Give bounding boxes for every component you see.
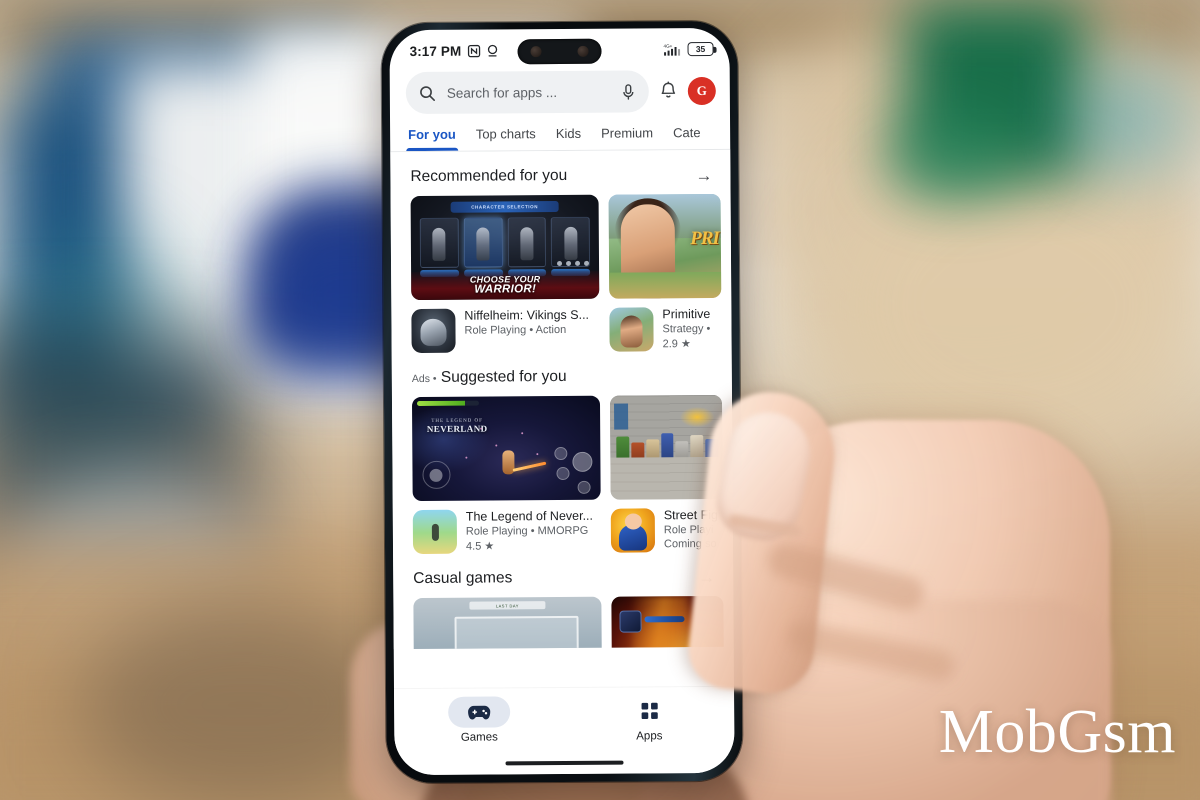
app-banner-image[interactable]: THE LEGEND OF NEVERLAND bbox=[411, 395, 601, 502]
signal-bars-icon: 4G+ bbox=[663, 42, 682, 56]
search-placeholder: Search for apps ... bbox=[446, 84, 558, 101]
section-title-text: Suggested for you bbox=[440, 367, 567, 386]
banner-title: NEVERLAND bbox=[426, 423, 488, 434]
section-title: Recommended for you bbox=[410, 166, 568, 186]
app-genre: Strategy • bbox=[662, 322, 711, 336]
app-banner-image[interactable]: LAST DAY bbox=[413, 596, 603, 650]
search-icon bbox=[419, 84, 436, 101]
banner-tagline: CHOOSE YOUR WARRIOR! bbox=[411, 274, 599, 297]
app-info-row[interactable]: Niffelheim: Vikings S... Role Playing • … bbox=[411, 307, 599, 354]
app-icon bbox=[411, 308, 456, 354]
ads-label: Ads • bbox=[411, 372, 437, 386]
front-camera-cutout bbox=[517, 38, 602, 65]
virtual-joystick bbox=[422, 460, 451, 489]
banner-title: PRI bbox=[690, 227, 719, 250]
action-button bbox=[577, 480, 591, 494]
banner-logo: THE LEGEND OF NEVERLAND bbox=[420, 418, 494, 434]
app-info-row[interactable]: Primitive Strategy • 2.9 ★ bbox=[609, 307, 721, 352]
watermark: MobGsm bbox=[938, 698, 1176, 766]
stat-icons bbox=[557, 260, 590, 267]
app-card-neverland[interactable]: THE LEGEND OF NEVERLAND The Legend of Ne… bbox=[411, 395, 601, 555]
bg-cyan-accent bbox=[1070, 60, 1190, 180]
app-card-primitive[interactable]: PRI Primitive Strategy • 2.9 ★ bbox=[608, 193, 722, 352]
bell-icon[interactable] bbox=[659, 81, 678, 101]
card-row-suggested: THE LEGEND OF NEVERLAND The Legend of Ne… bbox=[392, 394, 733, 555]
app-banner-image[interactable]: CHARACTER SELECTION CHOOSE YOUR WARRIOR! bbox=[410, 194, 600, 301]
tab-categories[interactable]: Cate bbox=[673, 125, 701, 149]
apps-grid-icon bbox=[618, 695, 680, 726]
section-header-recommended[interactable]: Recommended for you → bbox=[390, 150, 730, 196]
banner-tagline-line2: WARRIOR! bbox=[474, 283, 537, 296]
section-header-casual[interactable]: Casual games → bbox=[393, 552, 733, 598]
nav-label-games: Games bbox=[460, 731, 498, 744]
nfc-icon bbox=[467, 44, 480, 57]
app-genre: Role Playing • Action bbox=[464, 323, 567, 337]
app-card-niffelheim[interactable]: CHARACTER SELECTION CHOOSE YOUR WARRIOR!… bbox=[410, 194, 600, 354]
arrow-right-icon[interactable]: → bbox=[695, 165, 712, 184]
gesture-bar[interactable] bbox=[505, 760, 624, 766]
section-title: Ads • Suggested for you bbox=[412, 368, 567, 387]
avatar[interactable]: G bbox=[687, 76, 716, 106]
app-rating: 2.9 ★ bbox=[662, 338, 691, 351]
card-row-casual: LAST DAY bbox=[393, 595, 733, 650]
app-card-casual-1[interactable]: LAST DAY bbox=[413, 596, 603, 650]
tab-top-charts[interactable]: Top charts bbox=[476, 126, 536, 150]
section-title: Casual games bbox=[413, 569, 513, 588]
category-tabs: For you Top charts Kids Premium Cate bbox=[389, 111, 731, 153]
app-rating: 4.5 ★ bbox=[465, 540, 495, 553]
app-icon bbox=[610, 508, 656, 553]
action-button bbox=[572, 451, 593, 472]
photo-scene: 3:17 PM 4G+ 35 Search for apps ... G For… bbox=[0, 0, 1200, 800]
app-name: Niffelheim: Vikings S... bbox=[464, 307, 590, 323]
action-button bbox=[554, 446, 568, 461]
search-input[interactable]: Search for apps ... bbox=[405, 70, 649, 115]
banner-label: LAST DAY bbox=[469, 601, 546, 610]
phone-device: 3:17 PM 4G+ 35 Search for apps ... G For… bbox=[381, 20, 743, 784]
phone-screen: 3:17 PM 4G+ 35 Search for apps ... G For… bbox=[389, 27, 735, 776]
app-info-row[interactable]: The Legend of Never... Role Playing • MM… bbox=[412, 508, 601, 555]
gamepad-icon bbox=[448, 696, 511, 728]
bg-green-light bbox=[885, 110, 1025, 200]
bottom-navigation: Games Apps bbox=[394, 686, 735, 776]
app-icon bbox=[412, 509, 458, 555]
alarm-icon bbox=[486, 44, 498, 57]
app-name: Primitive bbox=[662, 306, 711, 322]
tab-for-you[interactable]: For you bbox=[408, 127, 456, 151]
tab-premium[interactable]: Premium bbox=[601, 125, 653, 149]
app-icon bbox=[609, 307, 654, 352]
search-row: Search for apps ... G bbox=[390, 64, 730, 115]
action-button bbox=[556, 466, 570, 481]
svg-text:4G+: 4G+ bbox=[664, 44, 673, 49]
section-header-suggested: Ads • Suggested for you bbox=[392, 351, 732, 397]
nav-label-apps: Apps bbox=[636, 730, 663, 743]
app-name: The Legend of Never... bbox=[465, 508, 594, 524]
microphone-icon[interactable] bbox=[621, 83, 636, 100]
app-banner-image[interactable]: PRI bbox=[608, 193, 722, 299]
content-scroll[interactable]: Recommended for you → CHARACTER SELECTIO… bbox=[390, 149, 734, 650]
battery-indicator: 35 bbox=[687, 41, 714, 57]
banner-subtitle: THE LEGEND OF bbox=[431, 418, 483, 424]
banner-header-label: CHARACTER SELECTION bbox=[450, 201, 559, 213]
tab-kids[interactable]: Kids bbox=[556, 126, 581, 150]
card-row-recommended: CHARACTER SELECTION CHOOSE YOUR WARRIOR!… bbox=[391, 193, 732, 354]
status-time: 3:17 PM bbox=[409, 43, 462, 59]
app-genre: Role Playing • MMORPG bbox=[465, 524, 589, 538]
